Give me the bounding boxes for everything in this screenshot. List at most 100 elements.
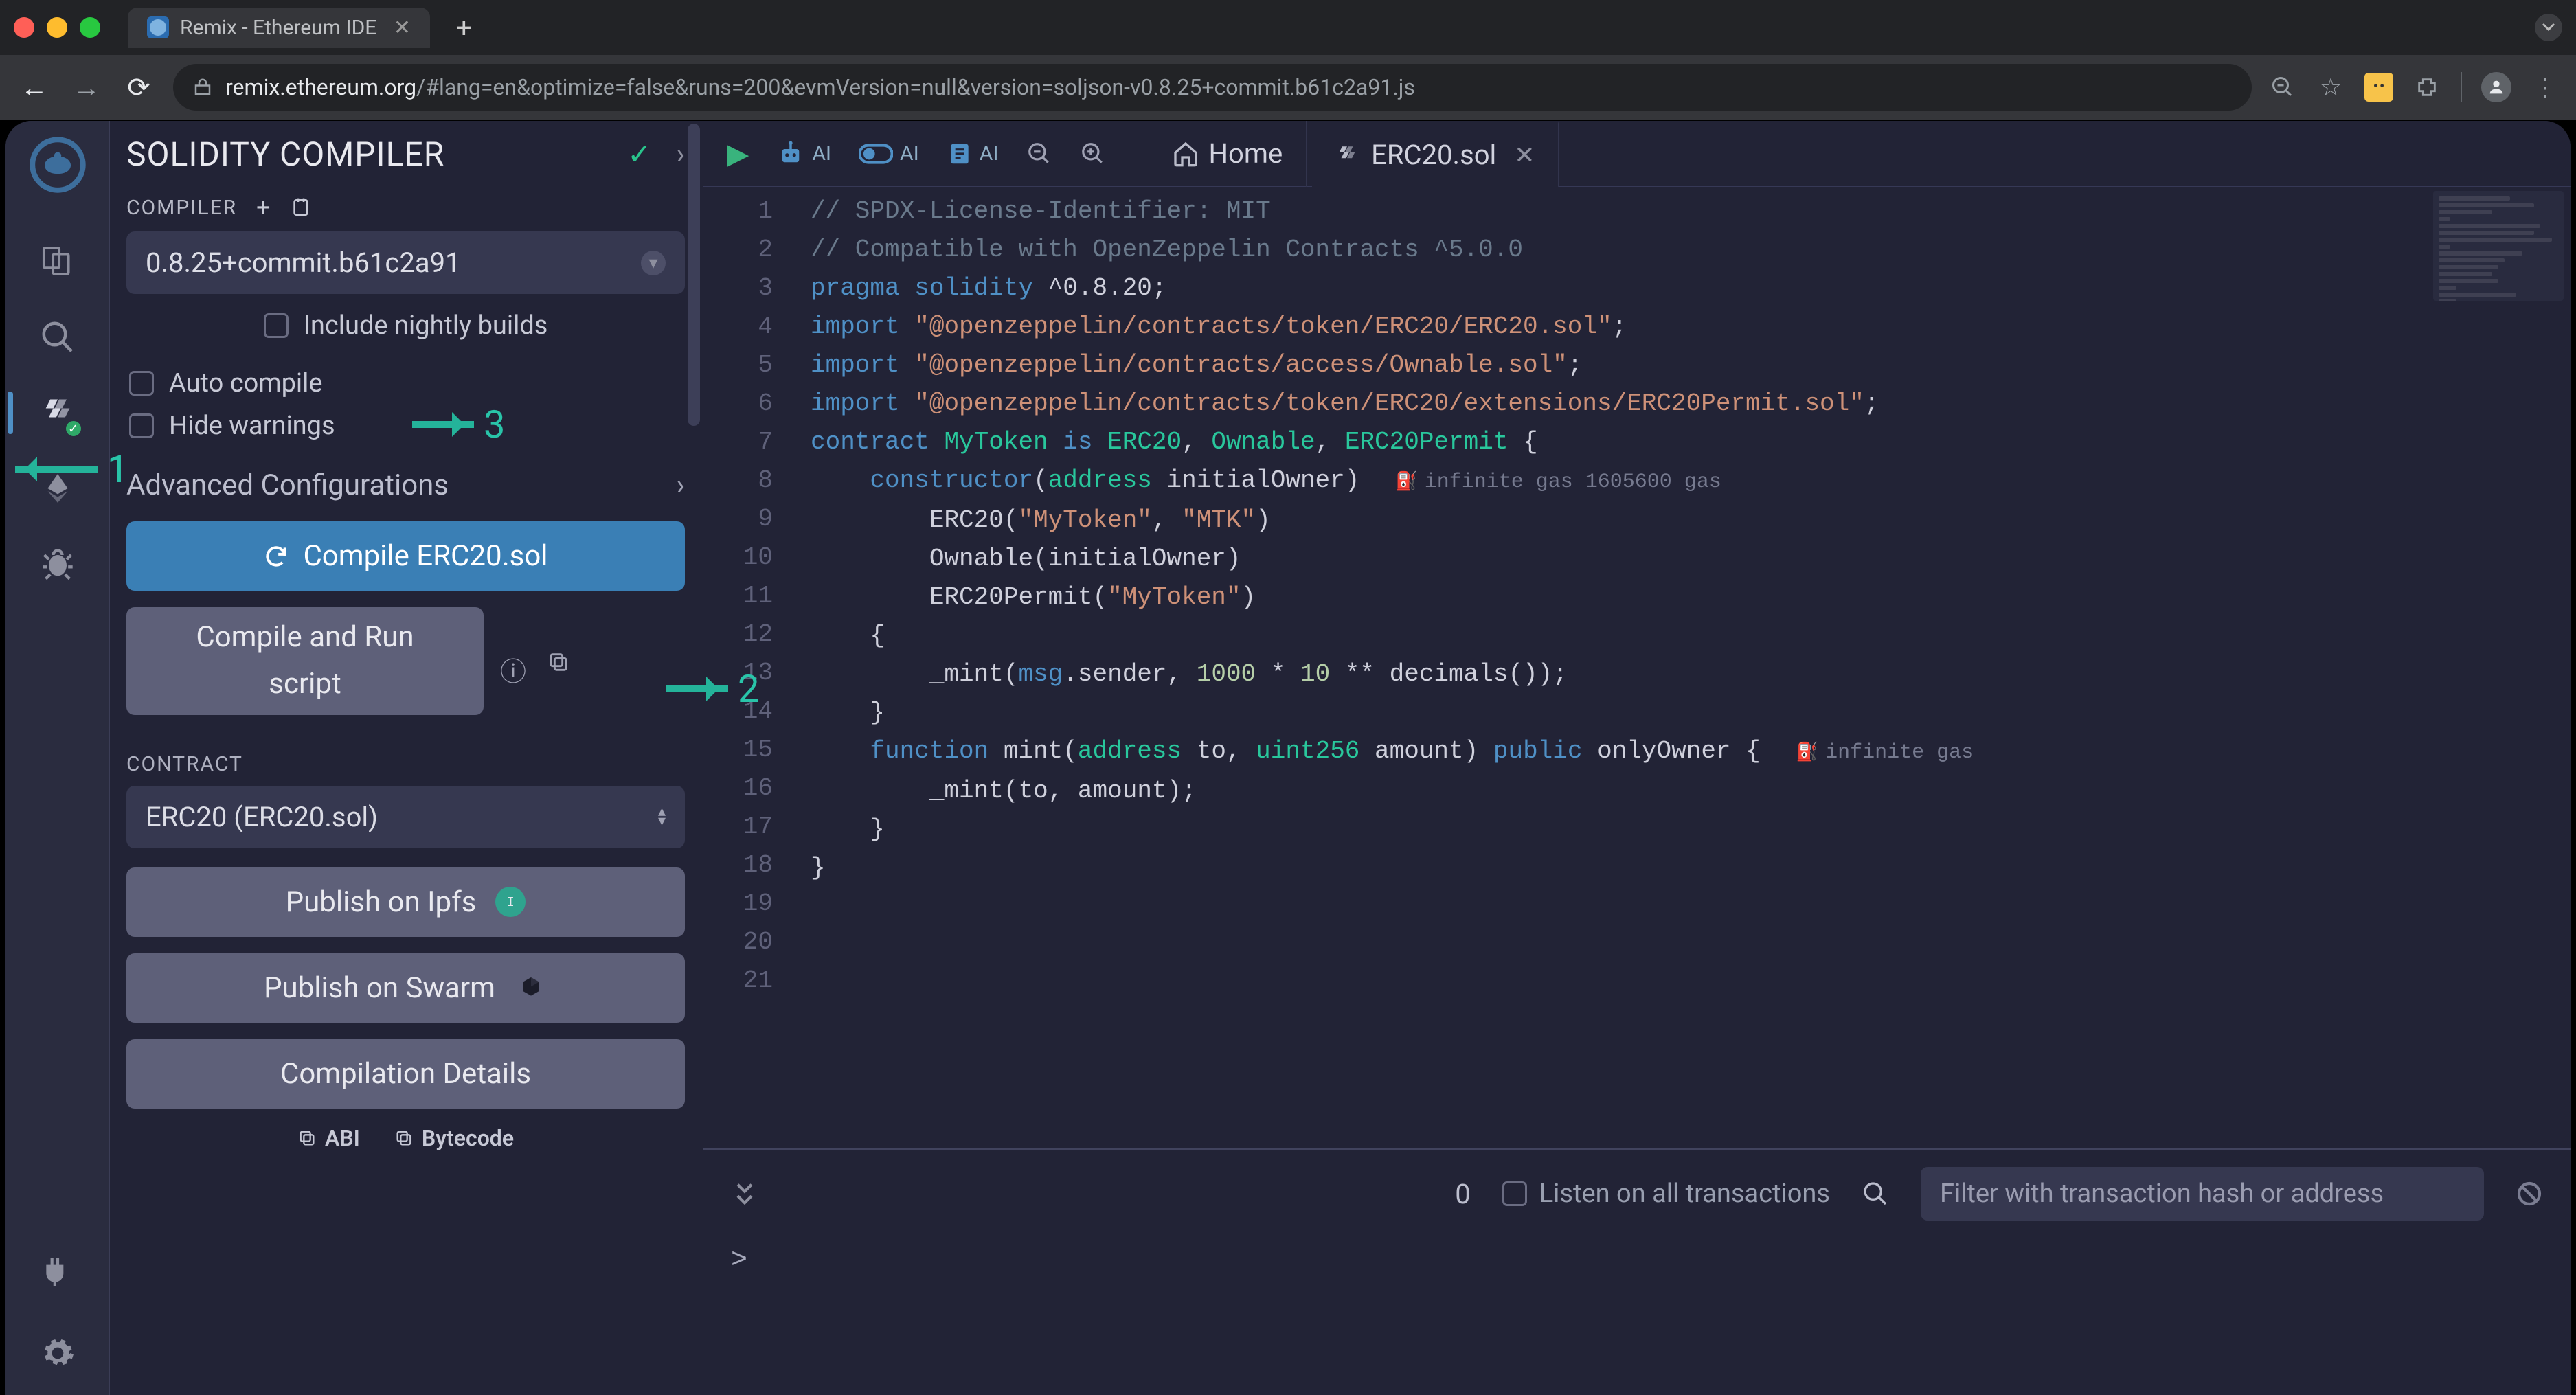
remix-favicon: [147, 16, 169, 38]
copy-abi-button[interactable]: ABI: [297, 1125, 360, 1151]
nav-forward-button[interactable]: →: [69, 71, 104, 104]
solidity-file-icon: [1335, 144, 1359, 167]
compiler-version-select[interactable]: 0.8.25+commit.b61c2a91 ▾: [126, 231, 685, 294]
panel-title: SOLIDITY COMPILER: [126, 135, 444, 174]
swarm-icon: [515, 971, 547, 1004]
compile-success-badge-icon: ✓: [64, 419, 83, 438]
code-editor[interactable]: 123456789101112131415161718192021 // SPD…: [703, 187, 2571, 1148]
code-content[interactable]: // SPDX-License-Identifier: MIT// Compat…: [790, 187, 1974, 1148]
terminal-prompt[interactable]: >: [703, 1238, 2571, 1395]
home-tab[interactable]: Home: [1149, 121, 1307, 187]
hide-warnings-row[interactable]: Hide warnings: [126, 411, 685, 441]
window-controls: [14, 17, 100, 38]
browser-toolbar: ← → ⟳ remix.ethereum.org/#lang=en&optimi…: [0, 55, 2576, 120]
editor-tab-bar: ▶ AI AI AI: [703, 121, 2571, 187]
terminal-search-icon[interactable]: [1862, 1180, 1889, 1207]
advanced-config-toggle[interactable]: Advanced Configurations ›: [126, 468, 685, 502]
editor-area: ▶ AI AI AI: [703, 121, 2571, 1395]
terminal-panel: 0 Listen on all transactions Filter with…: [703, 1148, 2571, 1395]
extension-icon-1[interactable]: [2364, 73, 2393, 102]
compile-button[interactable]: Compile ERC20.sol: [126, 521, 685, 591]
chrome-action-icons: ☆ ⋮: [2268, 72, 2560, 102]
chevron-down-icon: ▾: [641, 251, 666, 275]
ai-toggle-icon[interactable]: AI: [848, 141, 930, 166]
compilation-details-button[interactable]: Compilation Details: [126, 1039, 685, 1109]
url-bar[interactable]: remix.ethereum.org/#lang=en&optimize=fal…: [173, 64, 2252, 111]
browser-tab[interactable]: Remix - Ethereum IDE ✕: [128, 8, 430, 48]
auto-compile-label: Auto compile: [169, 368, 323, 398]
search-icon[interactable]: [36, 316, 79, 359]
zoom-indicator-icon[interactable]: [2268, 73, 2297, 102]
new-tab-button[interactable]: +: [442, 12, 486, 44]
debugger-icon[interactable]: [36, 543, 79, 585]
include-nightly-row[interactable]: Include nightly builds: [126, 310, 685, 341]
plugin-manager-icon[interactable]: [36, 1249, 79, 1292]
chrome-menu-icon[interactable]: ⋮: [2531, 73, 2560, 102]
window-maximize-button[interactable]: [80, 17, 100, 38]
listen-checkbox[interactable]: [1502, 1181, 1527, 1206]
publish-swarm-button[interactable]: Publish on Swarm: [126, 953, 685, 1023]
compiler-label: COMPILER: [126, 196, 237, 220]
url-text: remix.ethereum.org/#lang=en&optimize=fal…: [225, 74, 1415, 100]
panel-collapse-icon[interactable]: ›: [676, 137, 685, 172]
zoom-out-icon[interactable]: [1015, 141, 1063, 167]
settings-gear-icon[interactable]: [36, 1332, 79, 1374]
chevron-right-icon: ›: [676, 468, 685, 502]
annotation-arrow-2: 2: [666, 666, 759, 712]
ai-robot-icon[interactable]: AI: [765, 139, 842, 168]
icon-rail: ✓: [5, 121, 110, 1395]
include-nightly-checkbox[interactable]: [264, 313, 289, 338]
site-info-icon: [192, 77, 213, 98]
compile-button-label: Compile ERC20.sol: [303, 539, 547, 573]
remix-app: ✓ SOLIDITY COMPILER ✓ › COMPILER +: [5, 121, 2571, 1395]
ipfs-icon: ⵊ: [495, 887, 526, 917]
select-updown-icon: ▴▾: [658, 807, 666, 826]
compiler-panel: SOLIDITY COMPILER ✓ › COMPILER + 0.8.25+…: [110, 121, 703, 1395]
annotation-arrow-3: 3: [412, 402, 505, 447]
nav-reload-button[interactable]: ⟳: [121, 71, 157, 104]
contract-select[interactable]: ERC20 (ERC20.sol) ▴▾: [126, 786, 685, 848]
auto-compile-checkbox[interactable]: [129, 371, 154, 396]
copy-bytecode-button[interactable]: Bytecode: [394, 1125, 514, 1151]
minimap[interactable]: [2433, 191, 2564, 301]
terminal-filter-input[interactable]: Filter with transaction hash or address: [1921, 1167, 2484, 1221]
file-tab-erc20[interactable]: ERC20.sol ✕: [1312, 121, 1559, 187]
home-icon: [1172, 140, 1199, 168]
link-compiler-icon[interactable]: [290, 196, 312, 218]
publish-ipfs-button[interactable]: Publish on Ipfs ⵊ: [126, 867, 685, 937]
window-close-button[interactable]: [14, 17, 34, 38]
auto-compile-row[interactable]: Auto compile: [126, 368, 685, 398]
browser-tab-title: Remix - Ethereum IDE: [180, 16, 376, 40]
terminal-clear-icon[interactable]: [2516, 1180, 2543, 1207]
run-script-icon[interactable]: ▶: [716, 137, 760, 171]
contract-label: CONTRACT: [126, 752, 685, 776]
close-tab-icon[interactable]: ✕: [1514, 141, 1535, 170]
browser-tab-bar: Remix - Ethereum IDE ✕ +: [0, 0, 2576, 55]
pending-tx-count: 0: [1455, 1178, 1470, 1210]
compile-run-script-button[interactable]: Compile and Run script: [126, 607, 484, 715]
extensions-puzzle-icon[interactable]: [2413, 73, 2441, 102]
annotation-arrow-1: 1: [15, 446, 128, 492]
bookmark-star-icon[interactable]: ☆: [2316, 73, 2345, 102]
remix-logo[interactable]: [25, 132, 91, 198]
compile-status-check-icon: ✓: [627, 137, 651, 172]
listen-all-tx-toggle[interactable]: Listen on all transactions: [1502, 1179, 1830, 1209]
window-minimize-button[interactable]: [47, 17, 67, 38]
zoom-in-icon[interactable]: [1069, 141, 1117, 167]
tab-overflow-button[interactable]: [2535, 14, 2562, 41]
add-compiler-icon[interactable]: +: [256, 193, 270, 222]
ai-doc-icon[interactable]: AI: [936, 141, 1010, 167]
file-explorer-icon[interactable]: [36, 240, 79, 283]
info-icon[interactable]: ⓘ: [500, 650, 526, 688]
hide-warnings-label: Hide warnings: [169, 411, 335, 441]
refresh-icon: [263, 543, 289, 569]
panel-scrollbar[interactable]: [688, 124, 700, 426]
tab-close-icon[interactable]: ✕: [394, 16, 411, 40]
terminal-toggle-icon[interactable]: [731, 1180, 758, 1207]
solidity-compiler-icon[interactable]: ✓: [36, 392, 79, 434]
contract-selected-value: ERC20 (ERC20.sol): [146, 801, 378, 833]
nav-back-button[interactable]: ←: [16, 71, 52, 104]
hide-warnings-checkbox[interactable]: [129, 413, 154, 438]
copy-icon[interactable]: [547, 650, 570, 688]
profile-avatar-icon[interactable]: [2481, 72, 2511, 102]
